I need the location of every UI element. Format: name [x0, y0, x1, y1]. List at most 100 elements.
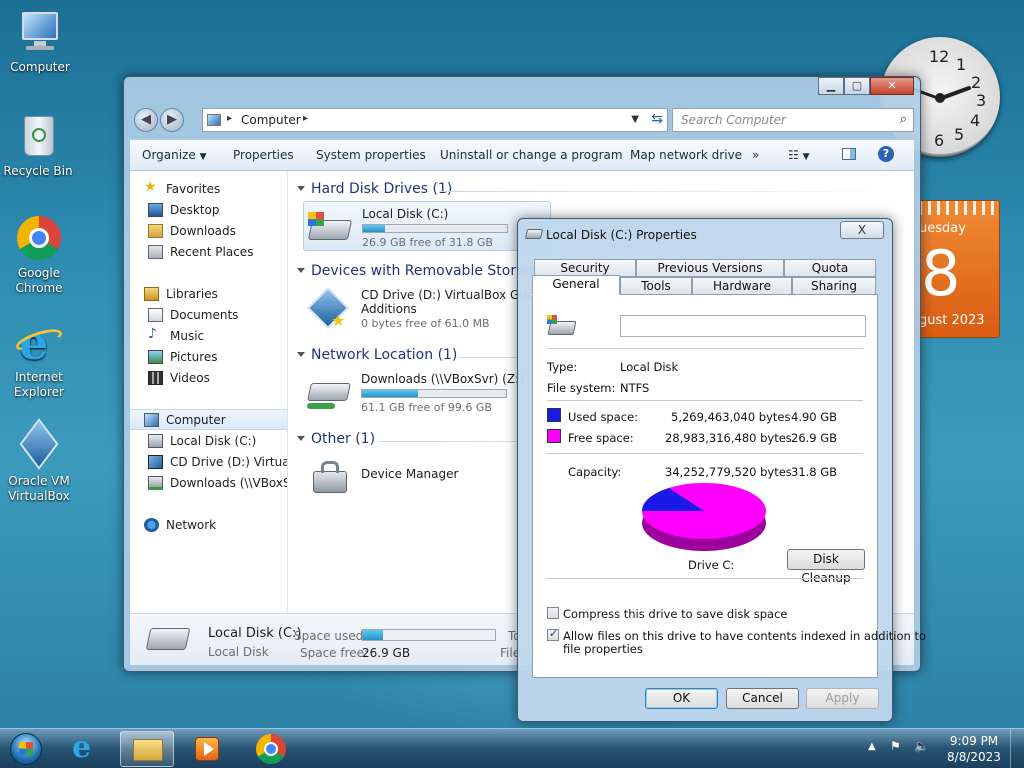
map-network-drive-button[interactable]: Map network drive [630, 148, 742, 162]
address-dropdown-icon[interactable]: ▼ [631, 114, 639, 125]
volume-label-input[interactable] [620, 315, 866, 337]
preview-pane-button[interactable] [842, 148, 856, 163]
play-icon [204, 742, 214, 756]
free-space-swatch [547, 429, 561, 443]
nav-music[interactable]: ♪ Music [130, 326, 287, 347]
tab-tools[interactable]: Tools [620, 277, 692, 295]
organize-button[interactable]: Organize ▼ [142, 148, 207, 162]
start-button[interactable] [2, 731, 52, 767]
clock-number: 5 [954, 125, 965, 144]
view-options-button[interactable]: ☷ ▼ [788, 148, 810, 162]
taskbar-media-player[interactable] [180, 731, 234, 767]
drive-item-cd-drive[interactable]: ★ CD Drive (D:) VirtualBox Guest Additio… [303, 283, 551, 333]
nav-local-disk[interactable]: Local Disk (C:) [130, 431, 287, 452]
taskbar-windows-explorer[interactable] [120, 731, 174, 767]
taskbar-clock[interactable]: 9:09 PM 8/8/2023 [944, 734, 1004, 764]
ok-button[interactable]: OK [645, 688, 718, 709]
computer-icon [144, 413, 159, 427]
group-header-removable[interactable]: Devices with Removable Storag [297, 263, 534, 279]
breadcrumb-chevron-icon: ▸ [227, 113, 233, 124]
help-button[interactable]: ? [878, 146, 894, 162]
cancel-button[interactable]: Cancel [726, 688, 799, 709]
maximize-button[interactable]: ▢ [844, 77, 870, 95]
nav-favorites[interactable]: ★ Favorites [130, 179, 287, 200]
breadcrumb-computer[interactable]: Computer [241, 113, 301, 127]
item-device-manager[interactable]: Device Manager [303, 451, 551, 501]
apply-button[interactable]: Apply [806, 688, 879, 709]
calendar-gadget[interactable]: uesday 8 gust 2023 [916, 200, 1000, 338]
group-header-network-location[interactable]: Network Location (1) [297, 347, 457, 363]
desktop-icon-computer[interactable]: Computer [2, 8, 78, 75]
drive-free-space: 61.1 GB free of 99.6 GB [361, 401, 492, 414]
calendar-weekday: uesday [919, 221, 966, 236]
details-space-free: 26.9 GB [362, 646, 411, 660]
collapse-triangle-icon [297, 268, 305, 273]
tab-previous-versions[interactable]: Previous Versions [636, 259, 784, 277]
drive-usage-fill [363, 225, 386, 232]
disk-cleanup-button[interactable]: Disk Cleanup [787, 549, 865, 585]
forward-button[interactable]: ▶ [160, 108, 184, 132]
desktop-icon-virtualbox[interactable]: Oracle VM VirtualBox [1, 418, 77, 504]
drive-name-line2: Additions [361, 302, 417, 316]
clock-number: 2 [971, 73, 982, 92]
desktop-icon-google-chrome[interactable]: Google Chrome [1, 214, 77, 296]
taskbar-internet-explorer[interactable]: e [60, 731, 114, 767]
show-hidden-icons-button[interactable]: ▲ [868, 741, 876, 752]
used-space-gb: 4.90 GB [791, 410, 838, 424]
minimize-button[interactable]: ▁ [818, 77, 844, 95]
dialog-title: Local Disk (C:) Properties [546, 228, 697, 242]
properties-button[interactable]: Properties [233, 148, 294, 162]
action-center-icon[interactable]: ⚑ [890, 739, 901, 753]
nav-libraries[interactable]: Libraries [130, 284, 287, 305]
nav-cd-drive[interactable]: CD Drive (D:) Virtual [130, 452, 287, 473]
nav-network[interactable]: Network [130, 515, 287, 536]
close-button[interactable]: ✕ [870, 77, 914, 95]
index-label-line2: file properties [563, 642, 643, 656]
taskbar-google-chrome[interactable] [244, 731, 298, 767]
item-name: Device Manager [361, 467, 459, 481]
index-checkbox[interactable] [547, 627, 559, 641]
desktop-icon-label: Computer [10, 60, 70, 74]
cd-drive-icon: ★ [306, 286, 351, 330]
desktop-icon-internet-explorer[interactable]: e Internet Explorer [1, 318, 77, 400]
refresh-icon[interactable]: ⇆ [651, 111, 663, 127]
compress-checkbox[interactable] [547, 607, 559, 619]
dialog-close-button[interactable]: X [840, 221, 884, 239]
show-desktop-button[interactable] [1010, 729, 1024, 768]
search-icon[interactable]: ⌕ [900, 112, 907, 127]
capacity-gb: 31.8 GB [791, 465, 838, 479]
nav-documents[interactable]: Documents [130, 305, 287, 326]
properties-dialog[interactable]: Local Disk (C:) Properties X Security Pr… [517, 218, 926, 722]
more-commands-button[interactable]: » [752, 148, 759, 162]
nav-computer[interactable]: Computer [130, 409, 287, 430]
nav-videos[interactable]: Videos [130, 368, 287, 389]
group-header-other[interactable]: Other (1) [297, 431, 375, 447]
caption-buttons: ▁ ▢ ✕ [818, 77, 914, 95]
address-bar[interactable]: ▸ Computer ▸ ▼ ⇆ [202, 108, 668, 132]
tab-quota[interactable]: Quota [784, 259, 876, 277]
drive-item-local-disk[interactable]: Local Disk (C:) 26.9 GB free of 31.8 GB [303, 201, 551, 251]
uninstall-program-button[interactable]: Uninstall or change a program [440, 148, 623, 162]
back-button[interactable]: ◀ [134, 108, 158, 132]
tab-sharing[interactable]: Sharing [792, 277, 876, 295]
collapse-triangle-icon [297, 352, 305, 357]
downloads-folder-icon [148, 224, 163, 238]
used-space-label: Used space: [568, 410, 639, 424]
system-properties-button[interactable]: System properties [316, 148, 426, 162]
documents-icon [148, 308, 163, 322]
nav-network-drive[interactable]: Downloads (\\VBoxS [130, 473, 287, 494]
hard-drive-icon [307, 208, 353, 246]
tab-general[interactable]: General [532, 275, 620, 295]
nav-recent-places[interactable]: Recent Places [130, 242, 287, 263]
volume-icon[interactable]: 🔈 [914, 739, 929, 753]
nav-pictures[interactable]: Pictures [130, 347, 287, 368]
search-box[interactable]: Search Computer ⌕ [672, 108, 914, 132]
nav-desktop[interactable]: Desktop [130, 200, 287, 221]
hard-drive-icon [148, 434, 163, 448]
nav-downloads[interactable]: Downloads [130, 221, 287, 242]
drive-letter-label: Drive C: [688, 558, 735, 572]
drive-item-downloads-network[interactable]: Downloads (\\VBoxSvr) (Z:) 61.1 GB free … [303, 367, 551, 417]
tab-hardware[interactable]: Hardware [692, 277, 792, 295]
group-header-hard-disk[interactable]: Hard Disk Drives (1) [297, 181, 452, 197]
desktop-icon-recycle-bin[interactable]: Recycle Bin [0, 112, 76, 179]
